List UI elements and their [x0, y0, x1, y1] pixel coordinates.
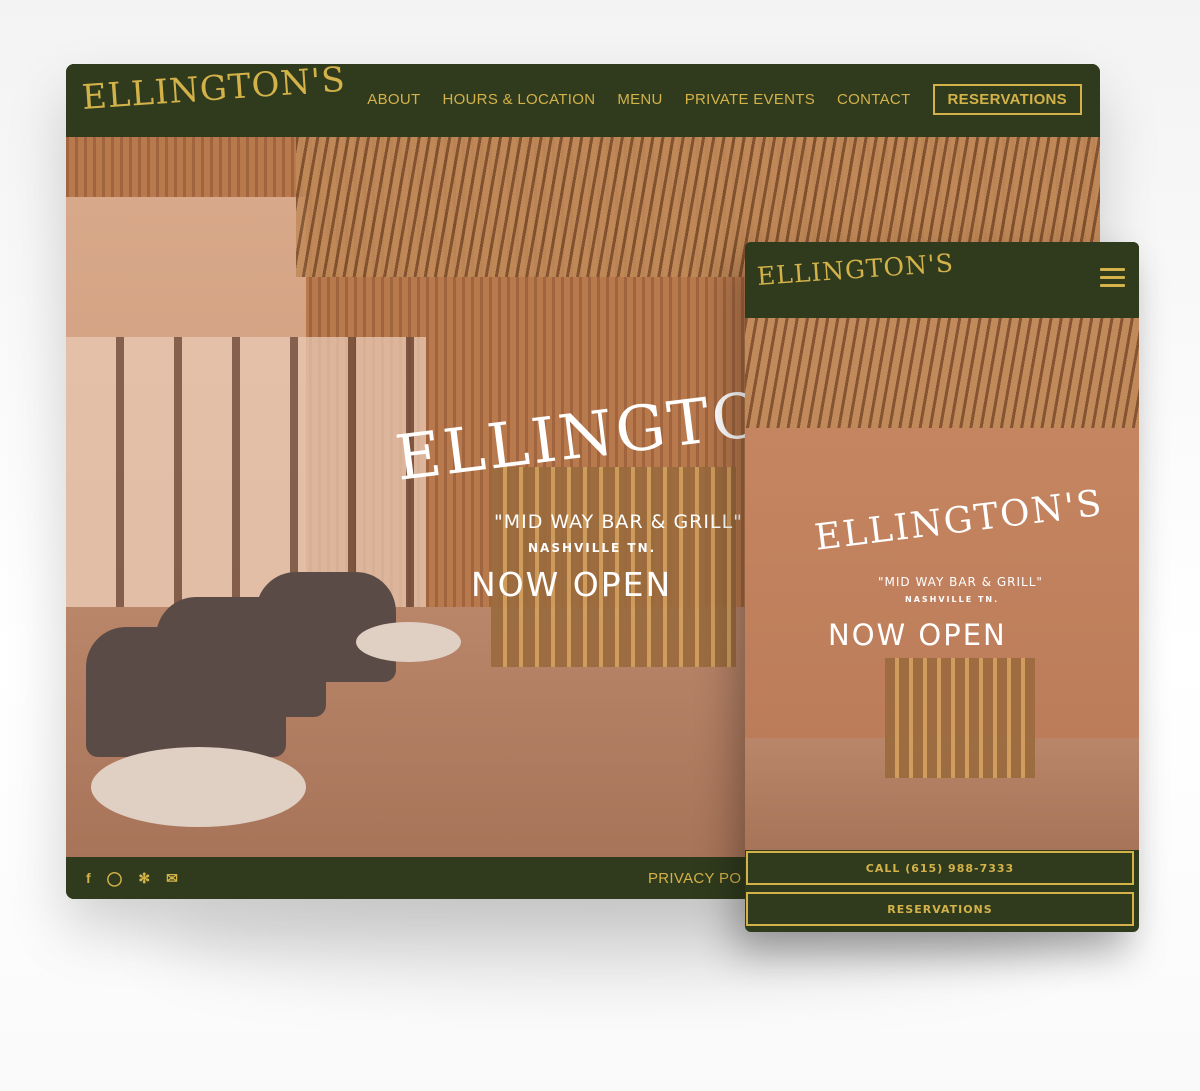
- mobile-hero-image: ELLINGTON'S "MID WAY BAR & GRILL" NASHVI…: [745, 318, 1139, 850]
- hero-city: NASHVILLE TN.: [528, 541, 657, 555]
- hero-table: [91, 747, 306, 827]
- hero-headline: NOW OPEN: [471, 565, 673, 604]
- nav-menu[interactable]: MENU: [617, 91, 662, 108]
- desktop-menu: ABOUT HOURS & LOCATION MENU PRIVATE EVEN…: [367, 84, 1082, 115]
- facebook-icon[interactable]: f: [86, 870, 91, 887]
- hero-table: [356, 622, 461, 662]
- yelp-icon[interactable]: ✻: [138, 870, 150, 887]
- social-links: f ◯ ✻ ✉: [86, 870, 178, 887]
- mobile-hero-city: NASHVILLE TN.: [905, 595, 1000, 604]
- mobile-hero-headline: NOW OPEN: [828, 618, 1007, 652]
- reservations-button[interactable]: RESERVATIONS: [932, 84, 1082, 115]
- instagram-icon[interactable]: ◯: [107, 870, 123, 887]
- email-icon[interactable]: ✉: [166, 870, 178, 887]
- hamburger-menu-icon[interactable]: [1100, 268, 1125, 288]
- nav-about[interactable]: ABOUT: [367, 91, 420, 108]
- mobile-hero-tagline: "MID WAY BAR & GRILL": [878, 575, 1043, 589]
- mobile-logo[interactable]: ELLINGTON'S: [756, 248, 955, 291]
- mobile-window: ELLINGTON'S ELLINGTON'S "MID WAY BAR & G…: [745, 242, 1139, 932]
- nav-hours-location[interactable]: HOURS & LOCATION: [442, 91, 595, 108]
- privacy-policy-link[interactable]: PRIVACY PO: [648, 870, 741, 887]
- desktop-logo[interactable]: ELLINGTON'S: [81, 64, 347, 118]
- mobile-hero-bar: [885, 658, 1035, 778]
- desktop-navbar: ELLINGTON'S ABOUT HOURS & LOCATION MENU …: [66, 64, 1100, 137]
- mobile-hero-logo: ELLINGTON'S: [812, 482, 1106, 559]
- nav-private-events[interactable]: PRIVATE EVENTS: [685, 91, 815, 108]
- nav-contact[interactable]: CONTACT: [837, 91, 910, 108]
- mobile-navbar: ELLINGTON'S: [745, 242, 1139, 318]
- mobile-reservations-button[interactable]: RESERVATIONS: [746, 892, 1134, 926]
- call-button[interactable]: CALL (615) 988-7333: [746, 851, 1134, 885]
- mobile-hero-ceiling: [745, 318, 1139, 428]
- hero-tagline: "MID WAY BAR & GRILL": [494, 511, 743, 533]
